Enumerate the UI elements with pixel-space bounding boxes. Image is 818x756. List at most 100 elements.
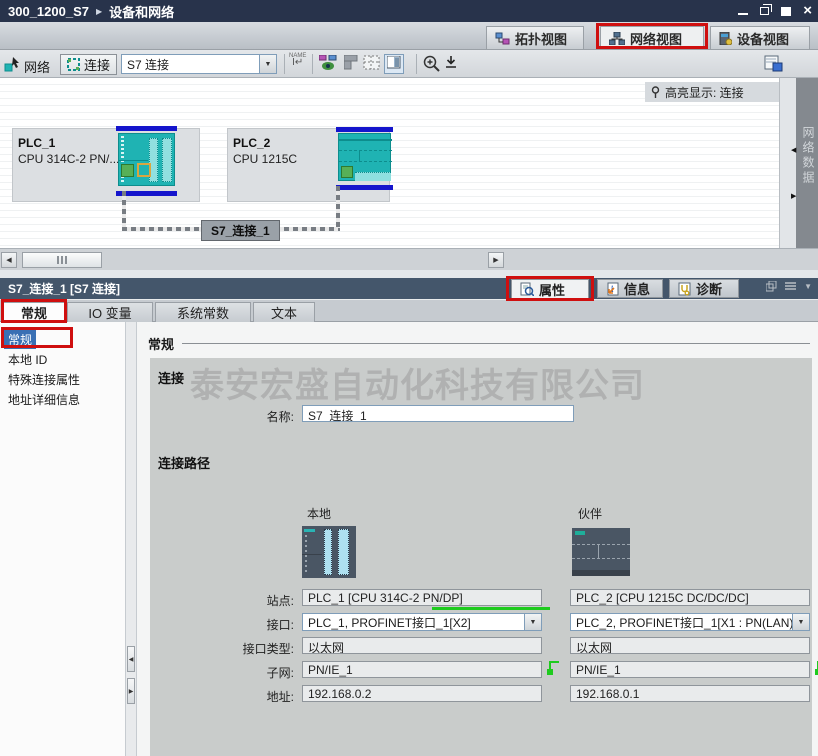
section-connection-label: 连接 [158,368,184,387]
plc2-device-image[interactable] [338,133,391,181]
tag-names-icon[interactable]: NAME I↵ [289,53,306,67]
partner-device-image [572,528,630,576]
network-mode-label[interactable]: 网络 [24,57,50,76]
network-data-label: 网络数据 [800,126,817,186]
local-interface-dropdown[interactable]: PLC_1, PROFINET接口_1[X2] ▼ [302,613,542,631]
pane-dock-icon[interactable] [344,55,359,70]
connection-label[interactable]: S7_连接_1 [201,220,280,241]
zoom-in-icon[interactable] [423,55,441,72]
plc1-port[interactable] [121,164,134,177]
connections-mode-button[interactable]: 连接 [60,54,117,75]
scroll-right-icon[interactable]: ▶ [488,252,504,268]
hscroll-thumb[interactable] [22,252,102,268]
connection-line-left[interactable] [122,191,126,229]
device-icon [719,32,732,45]
tab-properties-label: 属性 [539,280,565,299]
general-pane: 常规 泰安宏盛自动化科技有限公司 连接 名称: S7_连接_1 连接路径 本地 … [138,322,818,756]
watermark: 泰安宏盛自动化科技有限公司 [190,358,645,407]
nav-scroll-down[interactable]: ▶ [127,678,135,704]
close-button[interactable]: × [803,1,812,21]
tab-device-label: 设备视图 [737,29,789,48]
subtab-texts[interactable]: 文本 [253,302,315,322]
split-panel-icon[interactable] [384,54,404,74]
local-subnet-field: PN/IE_1 [302,661,542,678]
plc2-rail-top [336,127,393,132]
tab-properties[interactable]: 属性 [511,279,589,299]
plc2-port[interactable] [341,166,353,178]
float-panel-icon[interactable] [766,281,777,292]
maximize-button[interactable] [781,7,791,16]
splitter-right-icon[interactable]: ▶ [791,192,796,200]
network-mode-icon[interactable] [4,55,22,72]
panel-divider [0,270,818,278]
partner-interface-dropdown[interactable]: PLC_2, PROFINET接口_1[X1 : PN(LAN)] ▼ [570,613,810,631]
plc2-rail-bottom [336,185,393,190]
breadcrumb-project[interactable]: 300_1200_S7 [8,4,89,19]
plc1-name: PLC_1 [18,136,55,150]
partner-column-label: 伙伴 [578,505,602,522]
subtab-system-constants[interactable]: 系统常数 [155,302,251,322]
canvas-bottom-bar: ◀ ▶ 100% ▼ [0,248,818,270]
address-label: 地址: [152,688,294,705]
nav-scrollbar[interactable]: ◀ ▶ [126,322,137,756]
grid-view-icon[interactable] [363,55,380,70]
local-column-label: 本地 [307,505,331,522]
network-data-side-tab[interactable]: 网络数据 ◀ ▶ [796,78,818,248]
minimize-button[interactable] [738,13,748,15]
splitter-left-icon[interactable]: ◀ [791,146,796,154]
canvas-vscrollbar[interactable]: ▲ ▼ [779,78,796,248]
properties-subtabs: 常规 IO 变量 系统常数 文本 [0,300,818,322]
nav-item-address-details[interactable]: 地址详细信息 [4,390,84,409]
station-label: 站点: [152,592,294,609]
open-overview-icon[interactable] [764,55,783,72]
nav-item-general[interactable]: 常规 [4,330,36,349]
scroll-left-icon[interactable]: ◀ [1,252,17,268]
local-interface-arrow-icon[interactable]: ▼ [524,614,541,630]
tab-info[interactable]: i 信息 [597,279,663,298]
network-canvas[interactable]: PLC_1 CPU 314C-2 PN/... PLC_2 CPU 1215C [0,78,779,248]
plc1-device-image[interactable] [118,133,175,186]
partner-station-field: PLC_2 [CPU 1215C DC/DC/DC] [570,589,810,606]
partner-interface-arrow-icon[interactable]: ▼ [792,614,809,630]
restore-button[interactable] [760,7,769,15]
properties-icon [520,282,534,296]
plc1-rail-top [116,126,177,131]
tab-topology-view[interactable]: 拓扑视图 [486,26,584,49]
title-bar: 300_1200_S7 ▶ 设备和网络 × [0,0,818,22]
general-heading: 常规 [148,334,174,353]
highlight-label: 高亮显示: 连接 [665,84,744,101]
network-icon [609,32,625,45]
tab-device-view[interactable]: 设备视图 [710,26,810,49]
nav-item-local-id[interactable]: 本地 ID [4,350,51,369]
tab-network-label: 网络视图 [630,29,682,48]
interface-label: 接口: [152,616,294,633]
local-device-image [302,526,356,578]
name-label: 名称: [152,408,294,425]
subtab-general[interactable]: 常规 [3,302,65,322]
nav-scroll-up[interactable]: ◀ [127,646,135,672]
tia-portal-window: 300_1200_S7 ▶ 设备和网络 × 拓扑视图 网络视图 设备视图 网络 [0,0,818,756]
pin-icon [651,86,660,99]
network-toolbar: 网络 连接 S7 连接 ▼ NAME I↵ [0,50,818,78]
highlight-connection-badge[interactable]: 高亮显示: 连接 [645,82,779,102]
heading-rule [182,343,810,344]
breadcrumb-page[interactable]: 设备和网络 [109,2,174,21]
menu-icon[interactable] [785,282,796,291]
subnet-label: 子网: [152,664,294,681]
connection-line-right[interactable] [336,186,340,228]
view-tab-bar: 拓扑视图 网络视图 设备视图 [0,22,818,50]
diagnostics-icon [678,282,691,296]
partner-subnet-field: PN/IE_1 [570,661,810,678]
connection-type-dropdown[interactable]: S7 连接 ▼ [121,54,277,74]
subtab-io-tags[interactable]: IO 变量 [67,302,153,322]
properties-content: 常规 本地 ID 特殊连接属性 地址详细信息 ◀ ▶ 常规 泰安宏盛自动化科技有… [0,322,818,756]
properties-title: S7_连接_1 [S7 连接] [8,280,120,297]
nav-item-special-properties[interactable]: 特殊连接属性 [4,370,84,389]
dropdown-arrow-icon[interactable]: ▼ [259,55,276,73]
save-layout-icon[interactable] [445,55,457,71]
show-addresses-icon[interactable] [319,55,338,71]
connection-name-input[interactable]: S7_连接_1 [302,405,574,422]
tab-network-view[interactable]: 网络视图 [600,26,704,49]
tab-diagnostics[interactable]: 诊断 [669,279,739,298]
collapse-panel-icon[interactable]: ▼ [804,282,812,291]
